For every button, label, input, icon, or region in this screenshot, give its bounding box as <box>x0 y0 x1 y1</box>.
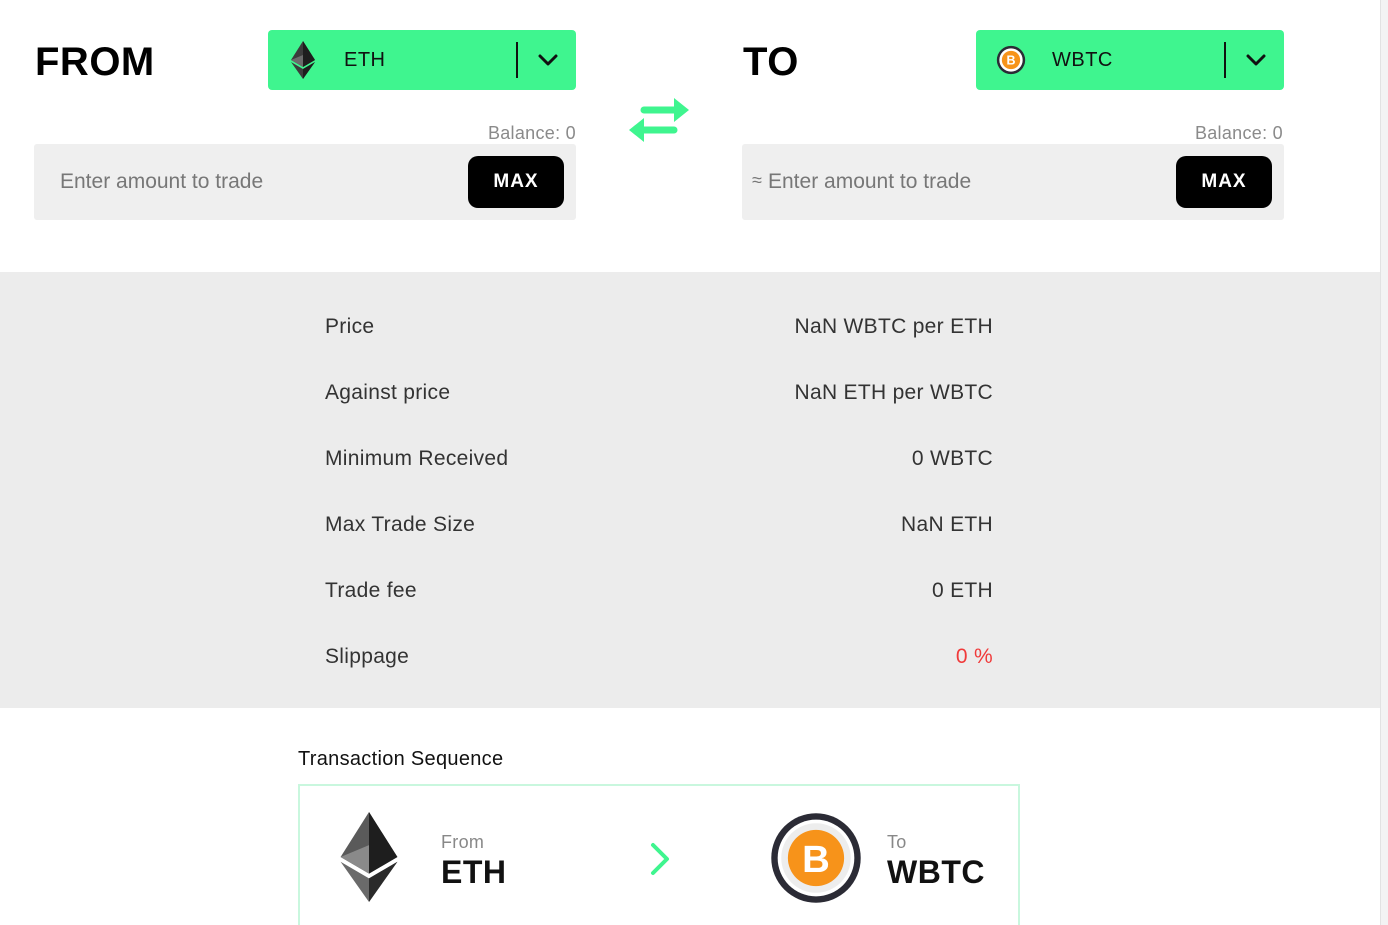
trade-details-panel: Price NaN WBTC per ETH Against price NaN… <box>0 272 1380 708</box>
from-token-select[interactable]: ETH <box>268 30 576 90</box>
sequence-to-label: To <box>887 832 907 852</box>
sequence-to-token: WBTC <box>887 854 985 890</box>
chevron-down-icon[interactable] <box>536 50 560 70</box>
transaction-sequence-card: From ETH B To WBTC <box>298 784 1020 925</box>
ethereum-icon <box>288 41 318 79</box>
from-label: FROM <box>35 40 155 84</box>
detail-label: Slippage <box>325 645 410 668</box>
to-token-name: WBTC <box>1052 48 1113 71</box>
detail-row-max-trade-size: Max Trade Size NaN ETH <box>325 510 993 540</box>
sequence-from-label: From <box>441 832 485 852</box>
to-amount-input[interactable] <box>768 166 1148 198</box>
detail-label: Trade fee <box>325 579 417 602</box>
detail-row-slippage: Slippage 0 % <box>325 642 993 672</box>
from-max-button[interactable]: MAX <box>468 156 564 208</box>
detail-label: Against price <box>325 381 451 404</box>
wbtc-icon: B <box>770 812 862 909</box>
detail-value: 0 WBTC <box>911 447 993 470</box>
select-divider <box>1224 42 1226 78</box>
from-balance: Balance: 0 <box>487 123 576 143</box>
select-divider <box>516 42 518 78</box>
svg-text:B: B <box>802 838 830 881</box>
from-amount-input[interactable] <box>60 166 440 198</box>
detail-label: Minimum Received <box>325 447 509 470</box>
slippage-value: 0 % <box>955 645 993 668</box>
from-token-name: ETH <box>344 48 386 71</box>
chevron-down-icon[interactable] <box>1244 50 1268 70</box>
swap-direction-button[interactable] <box>628 98 690 142</box>
swap-arrows-icon <box>629 98 689 142</box>
transaction-sequence-title: Transaction Sequence <box>298 748 504 770</box>
detail-row-trade-fee: Trade fee 0 ETH <box>325 576 993 606</box>
from-amount-box: MAX <box>34 144 576 220</box>
page-scrollbar[interactable] <box>1380 0 1388 925</box>
approx-symbol: ≈ <box>752 170 762 190</box>
detail-value: NaN ETH <box>901 513 993 536</box>
to-token-select[interactable]: B WBTC <box>976 30 1284 90</box>
to-balance: Balance: 0 <box>1194 123 1283 143</box>
sequence-from-token: ETH <box>441 854 507 890</box>
chevron-right-icon <box>648 842 672 881</box>
to-label: TO <box>743 40 799 84</box>
detail-label: Price <box>325 315 375 338</box>
detail-row-against-price: Against price NaN ETH per WBTC <box>325 378 993 408</box>
to-max-button[interactable]: MAX <box>1176 156 1272 208</box>
detail-row-minimum-received: Minimum Received 0 WBTC <box>325 444 993 474</box>
detail-value: NaN WBTC per ETH <box>794 315 993 338</box>
detail-value: NaN ETH per WBTC <box>794 381 993 404</box>
detail-value: 0 ETH <box>931 579 993 602</box>
detail-row-price: Price NaN WBTC per ETH <box>325 312 993 342</box>
to-amount-box: ≈ MAX <box>742 144 1284 220</box>
svg-text:B: B <box>1006 54 1015 68</box>
detail-label: Max Trade Size <box>325 513 476 536</box>
wbtc-icon: B <box>996 42 1026 78</box>
ethereum-icon <box>340 812 398 907</box>
